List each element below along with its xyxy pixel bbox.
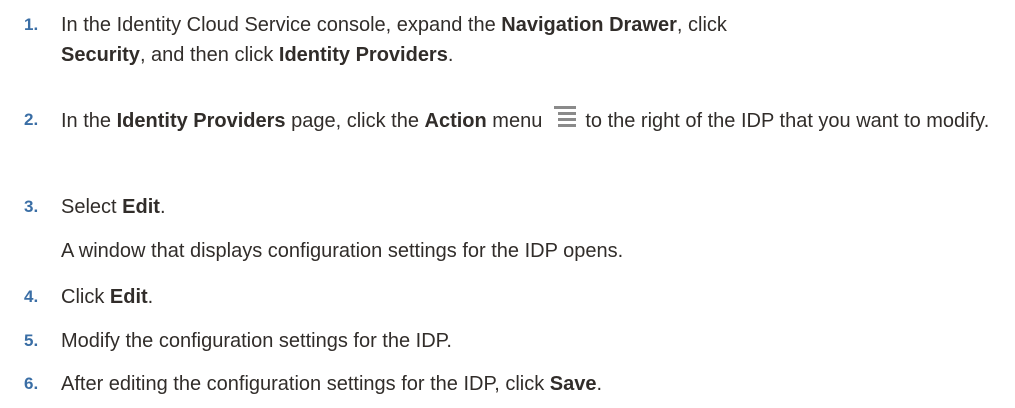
step-text: Select Edit.: [61, 196, 166, 218]
step-number: 1.: [24, 15, 39, 34]
procedure-steps: 1. In the Identity Cloud Service console…: [0, 0, 1015, 408]
step-text: Click Edit.: [61, 286, 154, 308]
ui-label-identity-providers: Identity Providers: [116, 110, 286, 132]
step-number: 4.: [24, 287, 39, 306]
step-text: After editing the configuration settings…: [61, 373, 603, 395]
ui-label-navigation-drawer: Navigation Drawer: [501, 14, 677, 36]
ui-label-action: Action: [424, 110, 487, 132]
step-3-note: A window that displays configuration set…: [61, 240, 624, 262]
step-text: In the Identity Cloud Service console, e…: [61, 14, 727, 66]
step-number: 3.: [24, 197, 39, 216]
step-text: In the Identity Providers page, click th…: [61, 105, 1006, 136]
ui-label-edit: Edit: [122, 196, 160, 218]
ui-label-identity-providers: Identity Providers: [278, 44, 448, 66]
ui-label-edit: Edit: [109, 286, 148, 308]
action-menu-icon: [554, 105, 577, 131]
ui-label-security: Security: [61, 44, 140, 66]
ui-label-save: Save: [549, 373, 597, 395]
step-number: 2.: [24, 110, 39, 129]
step-number: 6.: [24, 374, 39, 393]
step-text: Modify the configuration settings for th…: [61, 330, 452, 352]
step-number: 5.: [24, 331, 39, 350]
